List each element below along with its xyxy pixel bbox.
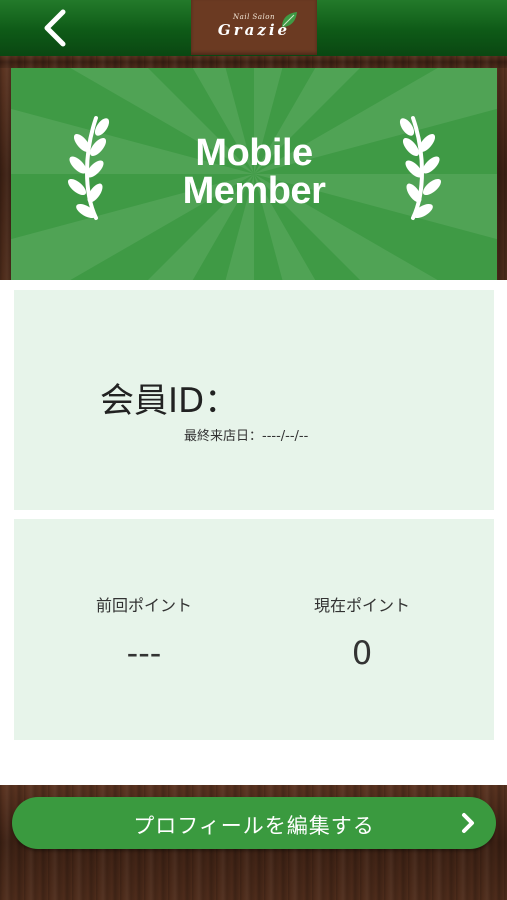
previous-points: 前回ポイント --- — [24, 592, 264, 672]
last-visit-row: 最終来店日：----/--/-- — [184, 425, 308, 444]
current-points: 現在ポイント 0 — [242, 592, 482, 672]
leaf-icon — [282, 12, 297, 27]
points-card: 前回ポイント --- 現在ポイント 0 — [14, 519, 494, 740]
last-visit-value: ----/--/-- — [262, 429, 309, 444]
member-id-label: 会員ID： — [100, 381, 239, 421]
chevron-right-icon — [462, 813, 474, 833]
previous-points-value: --- — [126, 634, 162, 672]
member-card: 会員ID： 最終来店日：----/--/-- — [14, 290, 494, 510]
laurel-branch-icon — [399, 116, 442, 220]
edit-profile-button[interactable]: プロフィールを編集する — [12, 797, 496, 849]
member-id-row: 会員ID： — [100, 373, 238, 422]
current-points-value: 0 — [351, 634, 373, 672]
previous-points-label: 前回ポイント — [95, 596, 192, 615]
current-points-label: 現在ポイント — [313, 596, 410, 615]
edit-profile-label: プロフィールを編集する — [133, 814, 375, 838]
hero-banner: Mobile Member — [11, 68, 497, 280]
last-visit-label: 最終来店日： — [184, 429, 263, 444]
salon-logo: Nail Salon Grazie — [191, 0, 317, 55]
back-button[interactable] — [30, 6, 78, 50]
app-header: Nail Salon Grazie — [0, 0, 507, 57]
chevron-left-icon — [44, 9, 66, 47]
wood-strip-top — [0, 56, 507, 68]
